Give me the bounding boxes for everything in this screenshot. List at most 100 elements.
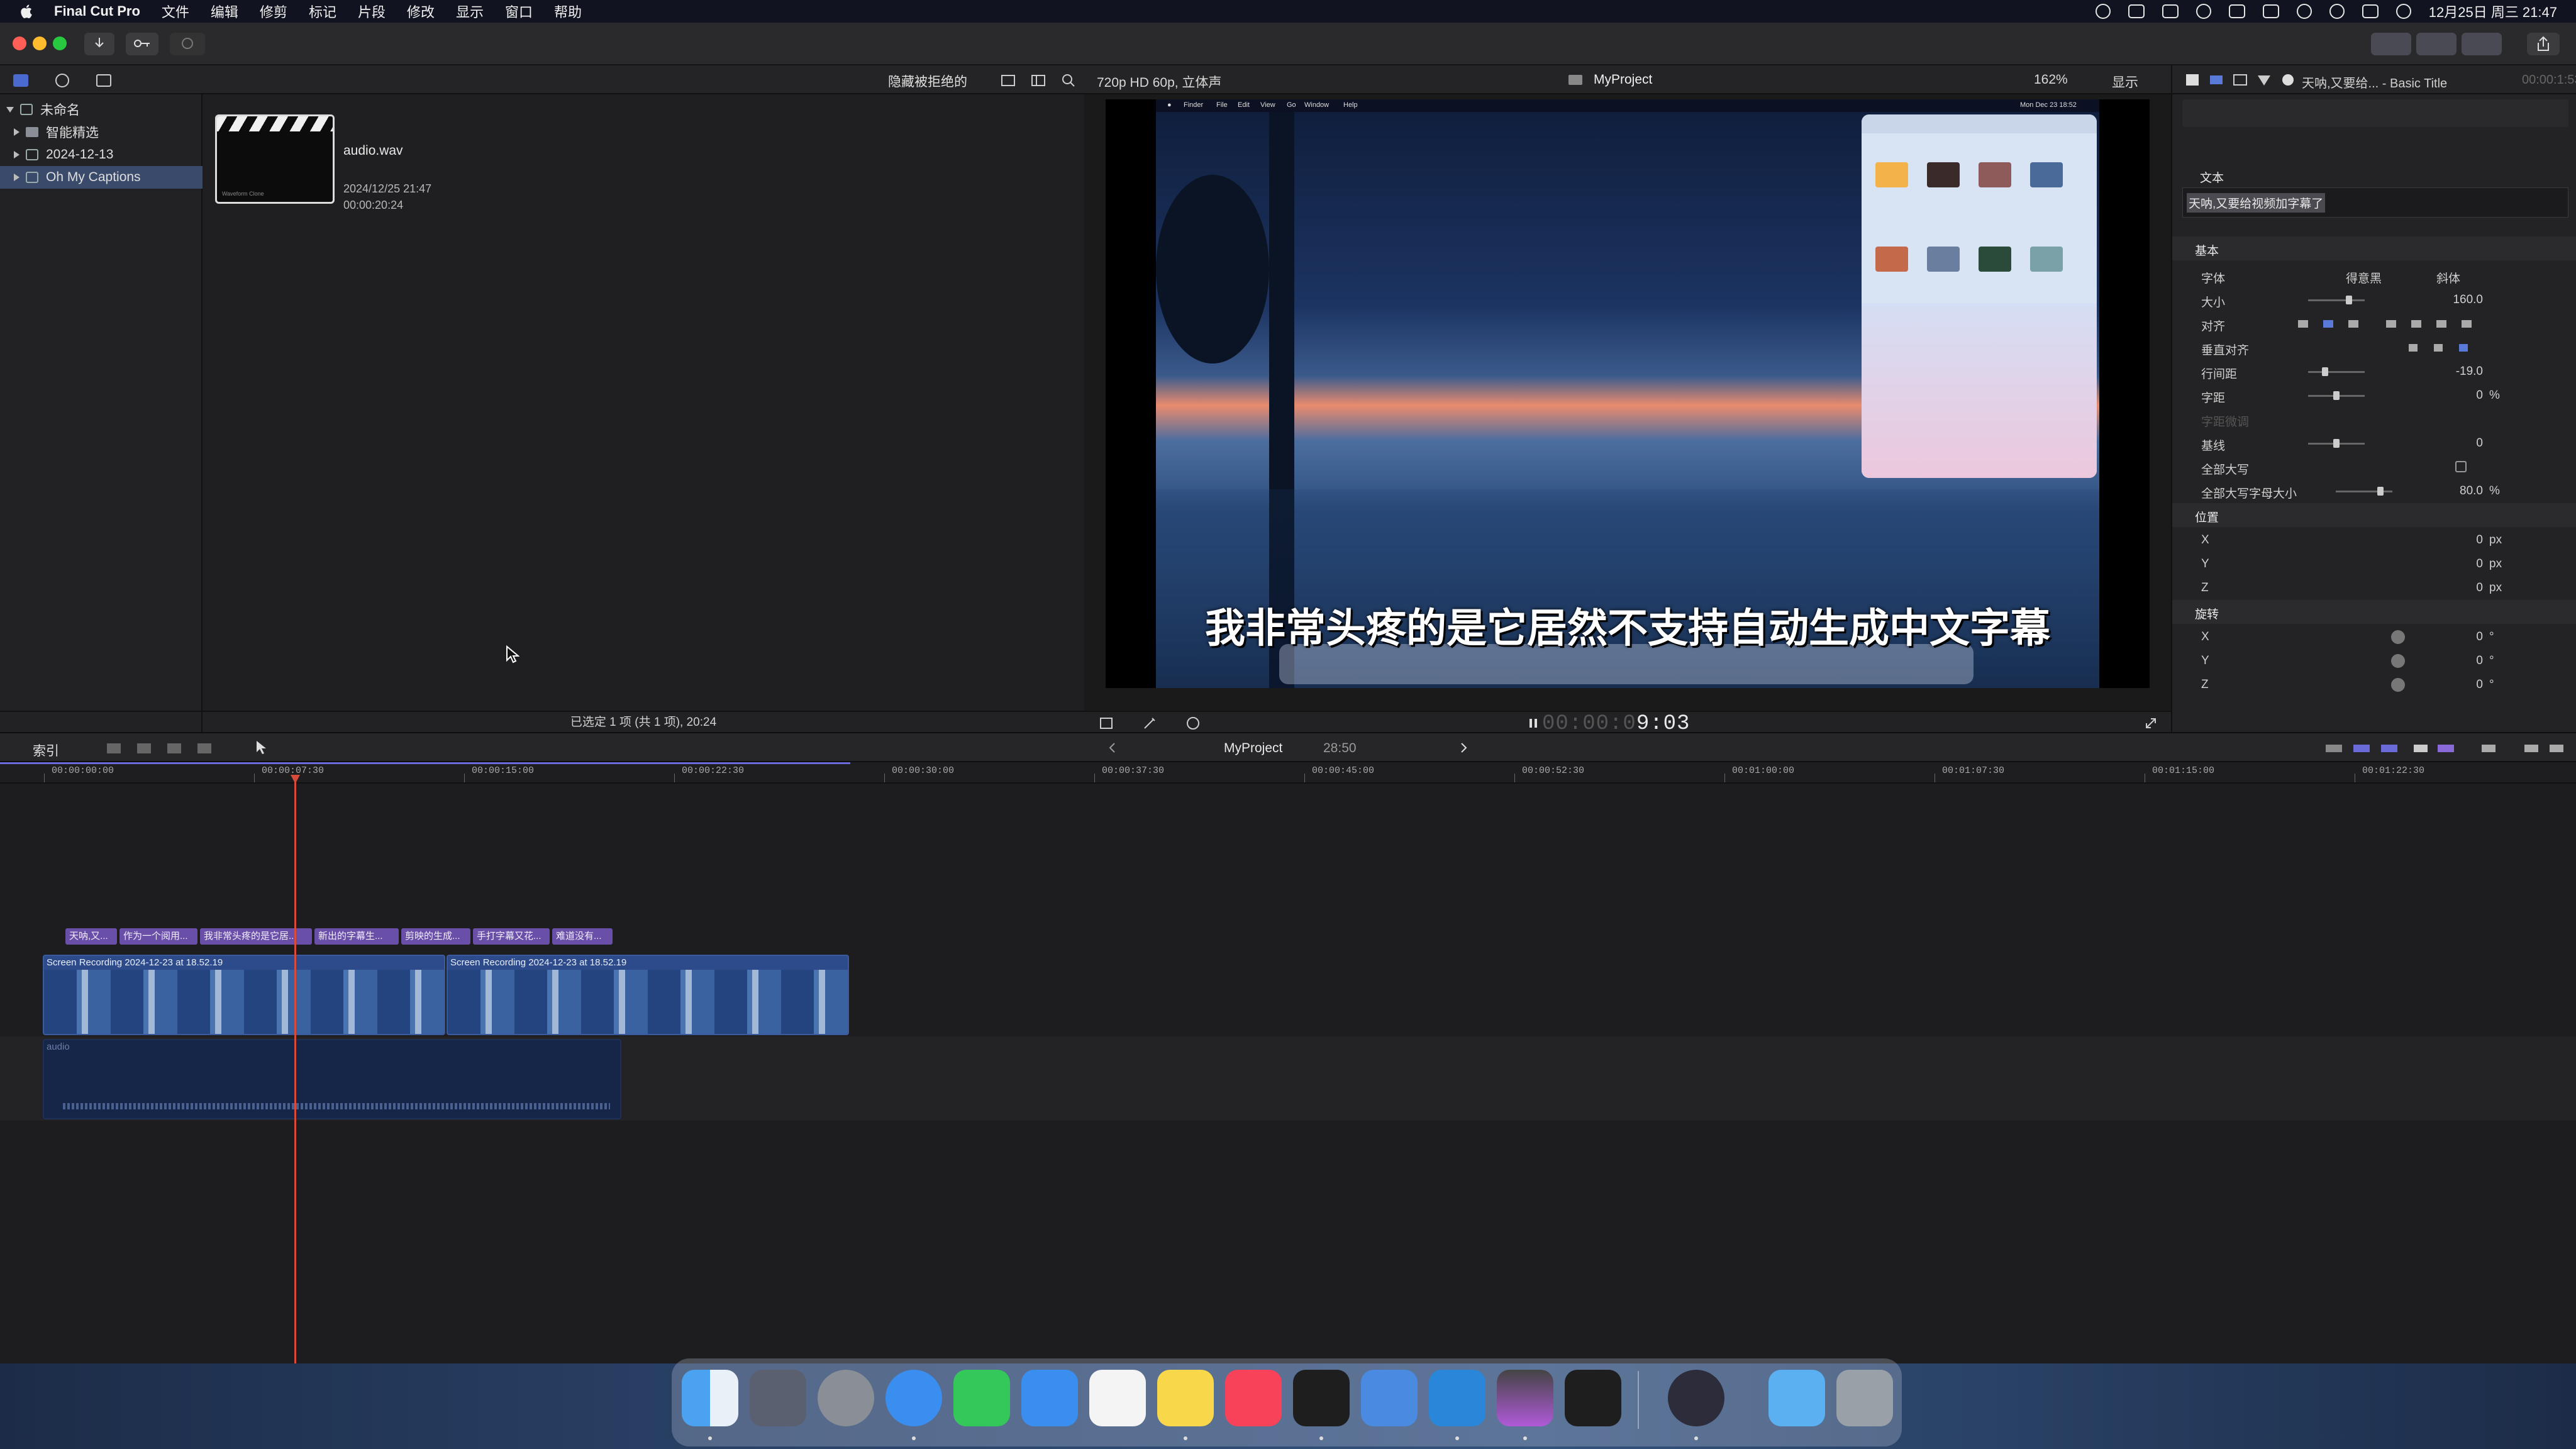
zoom-window-button[interactable] <box>53 36 67 50</box>
video-clip[interactable]: Screen Recording 2024-12-23 at 18.52.19 <box>447 955 849 1035</box>
rotation-z-value[interactable]: 0 <box>2476 678 2483 692</box>
timeline-index-button[interactable]: 索引 <box>33 741 59 760</box>
system-settings-icon[interactable] <box>818 1370 874 1426</box>
share-button[interactable] <box>2527 33 2560 55</box>
messages-icon[interactable] <box>953 1370 1010 1426</box>
caption-clip[interactable]: 难道没有... <box>552 928 613 945</box>
vscode-icon[interactable] <box>1429 1370 1485 1426</box>
import-button[interactable] <box>84 33 114 55</box>
trash-icon[interactable] <box>1836 1370 1893 1426</box>
video-clip[interactable]: Screen Recording 2024-12-23 at 18.52.19 <box>43 955 445 1035</box>
transform-icon[interactable] <box>1098 716 1116 731</box>
timeline-project-menu[interactable]: MyProject <box>1224 741 1282 756</box>
tracking-value[interactable]: 0 <box>2476 389 2483 402</box>
timeline[interactable]: 天呐,又... 作为一个阅用... 我非常头疼的是它居... 新出的字幕生...… <box>0 784 2576 1386</box>
notes-icon[interactable] <box>1157 1370 1214 1426</box>
toggle-inspector-button[interactable] <box>2462 33 2502 55</box>
info-inspector-icon[interactable] <box>2280 73 2296 87</box>
rotation-y-value[interactable]: 0 <box>2476 654 2483 668</box>
photos-audio-icon[interactable] <box>53 72 72 89</box>
tree-item-event-2024-12-13[interactable]: 2024-12-13 <box>0 143 203 166</box>
viewer-canvas[interactable]: ● Finder File Edit View Go Window Help M… <box>1106 99 2150 688</box>
playhead[interactable] <box>294 776 296 1386</box>
disclosure-triangle-icon[interactable] <box>6 106 14 113</box>
caption-clip[interactable]: 手打字幕又花... <box>473 928 550 945</box>
final-cut-pro-icon[interactable] <box>1497 1370 1553 1426</box>
quicktime-icon[interactable] <box>1668 1370 1724 1426</box>
play-status-icon[interactable] <box>2196 4 2211 19</box>
position-x-value[interactable]: 0 <box>2476 533 2483 547</box>
size-slider[interactable] <box>2308 296 2365 304</box>
keywords-button[interactable] <box>126 33 158 55</box>
tracking-slider[interactable] <box>2308 391 2365 400</box>
toggle-browser-button[interactable] <box>2371 33 2411 55</box>
clip-appearance-icon[interactable] <box>999 72 1018 89</box>
video-inspector-icon[interactable] <box>2233 73 2248 87</box>
rotation-z-dial[interactable] <box>2391 678 2405 692</box>
timeline-ruler[interactable]: 00:00:00:00 00:00:07:30 00:00:15:00 00:0… <box>0 762 2576 784</box>
rotation-y-dial[interactable] <box>2391 654 2405 668</box>
size-value[interactable]: 160.0 <box>2453 293 2483 307</box>
enhance-icon[interactable] <box>1142 716 1160 731</box>
caption-clip[interactable]: 新出的字幕生... <box>314 928 399 945</box>
clip-thumbnail[interactable]: Waveform Clone <box>215 114 335 204</box>
caption-overlay[interactable]: 我非常头疼的是它居然不支持自动生成中文字幕 <box>1156 596 2099 654</box>
xcode-icon[interactable] <box>1361 1370 1418 1426</box>
font-family-menu[interactable]: 得意黑 <box>2346 269 2382 286</box>
preset-menu[interactable] <box>2182 99 2568 127</box>
edit-buttons-icon[interactable] <box>107 741 270 756</box>
menu-view[interactable]: 显示 <box>456 1 484 21</box>
close-window-button[interactable] <box>13 36 26 50</box>
all-caps-checkbox[interactable] <box>2455 461 2467 472</box>
apple-menu-icon[interactable] <box>19 3 35 19</box>
baseline-slider[interactable] <box>2308 439 2365 448</box>
launchpad-icon[interactable] <box>750 1370 806 1426</box>
menu-trim[interactable]: 修剪 <box>260 1 287 21</box>
tree-item-oh-my-captions[interactable]: Oh My Captions <box>0 166 203 189</box>
basic-section[interactable]: 基本 <box>2172 236 2576 260</box>
libraries-icon[interactable] <box>11 72 30 89</box>
position-section[interactable]: 位置 <box>2172 503 2576 527</box>
clip-name[interactable]: audio.wav <box>343 143 403 158</box>
font-style-menu[interactable]: 斜体 <box>2436 269 2460 286</box>
control-center-icon[interactable] <box>2362 4 2379 18</box>
toggle-timeline-button[interactable] <box>2416 33 2457 55</box>
rotation-x-dial[interactable] <box>2391 630 2405 644</box>
disclosure-triangle-icon[interactable] <box>14 128 19 136</box>
titles-generators-icon[interactable] <box>94 72 113 89</box>
menu-clip[interactable]: 片段 <box>358 1 386 21</box>
vertical-alignment-buttons-icon[interactable] <box>2409 342 2484 353</box>
baseline-value[interactable]: 0 <box>2476 436 2483 450</box>
terminal-icon[interactable] <box>1293 1370 1350 1426</box>
fullscreen-icon[interactable] <box>2145 717 2158 730</box>
menu-file[interactable]: 文件 <box>162 1 189 21</box>
search-icon[interactable] <box>1059 72 1078 89</box>
safari-icon[interactable] <box>886 1370 942 1426</box>
text-inspector-icon[interactable] <box>2185 73 2200 87</box>
spotlight-icon[interactable] <box>2329 4 2345 19</box>
timeline-options-icon[interactable] <box>2326 741 2565 756</box>
alignment-buttons-icon[interactable] <box>2298 318 2487 330</box>
music-icon[interactable] <box>1225 1370 1282 1426</box>
title-inspector-icon[interactable] <box>2209 73 2224 87</box>
clip-filter-menu[interactable]: 隐藏被拒绝的 <box>888 72 967 91</box>
line-spacing-value[interactable]: -19.0 <box>2456 365 2483 379</box>
wifi-icon[interactable] <box>2296 4 2312 19</box>
finder-icon[interactable] <box>682 1370 738 1426</box>
rotation-x-value[interactable]: 0 <box>2476 630 2483 644</box>
audio-clip[interactable]: audio <box>43 1039 621 1119</box>
all-caps-size-slider[interactable] <box>2336 487 2392 496</box>
siri-icon[interactable] <box>2396 4 2411 19</box>
clipboard-icon[interactable] <box>2128 4 2145 18</box>
menu-window[interactable]: 窗口 <box>505 1 533 21</box>
pause-icon[interactable] <box>1528 717 1538 730</box>
title-text-field[interactable]: 天呐,又要给视频加字幕了 <box>2182 187 2568 218</box>
history-forward-icon[interactable] <box>1458 741 1469 755</box>
disclosure-triangle-icon[interactable] <box>14 151 19 158</box>
view-options-menu[interactable]: 显示 <box>2112 72 2138 91</box>
disclosure-triangle-icon[interactable] <box>14 174 19 181</box>
background-tasks-button[interactable] <box>170 33 205 55</box>
caption-clip[interactable]: 剪映的生成... <box>401 928 470 945</box>
menu-app-name[interactable]: Final Cut Pro <box>54 3 140 19</box>
line-spacing-slider[interactable] <box>2308 367 2365 376</box>
